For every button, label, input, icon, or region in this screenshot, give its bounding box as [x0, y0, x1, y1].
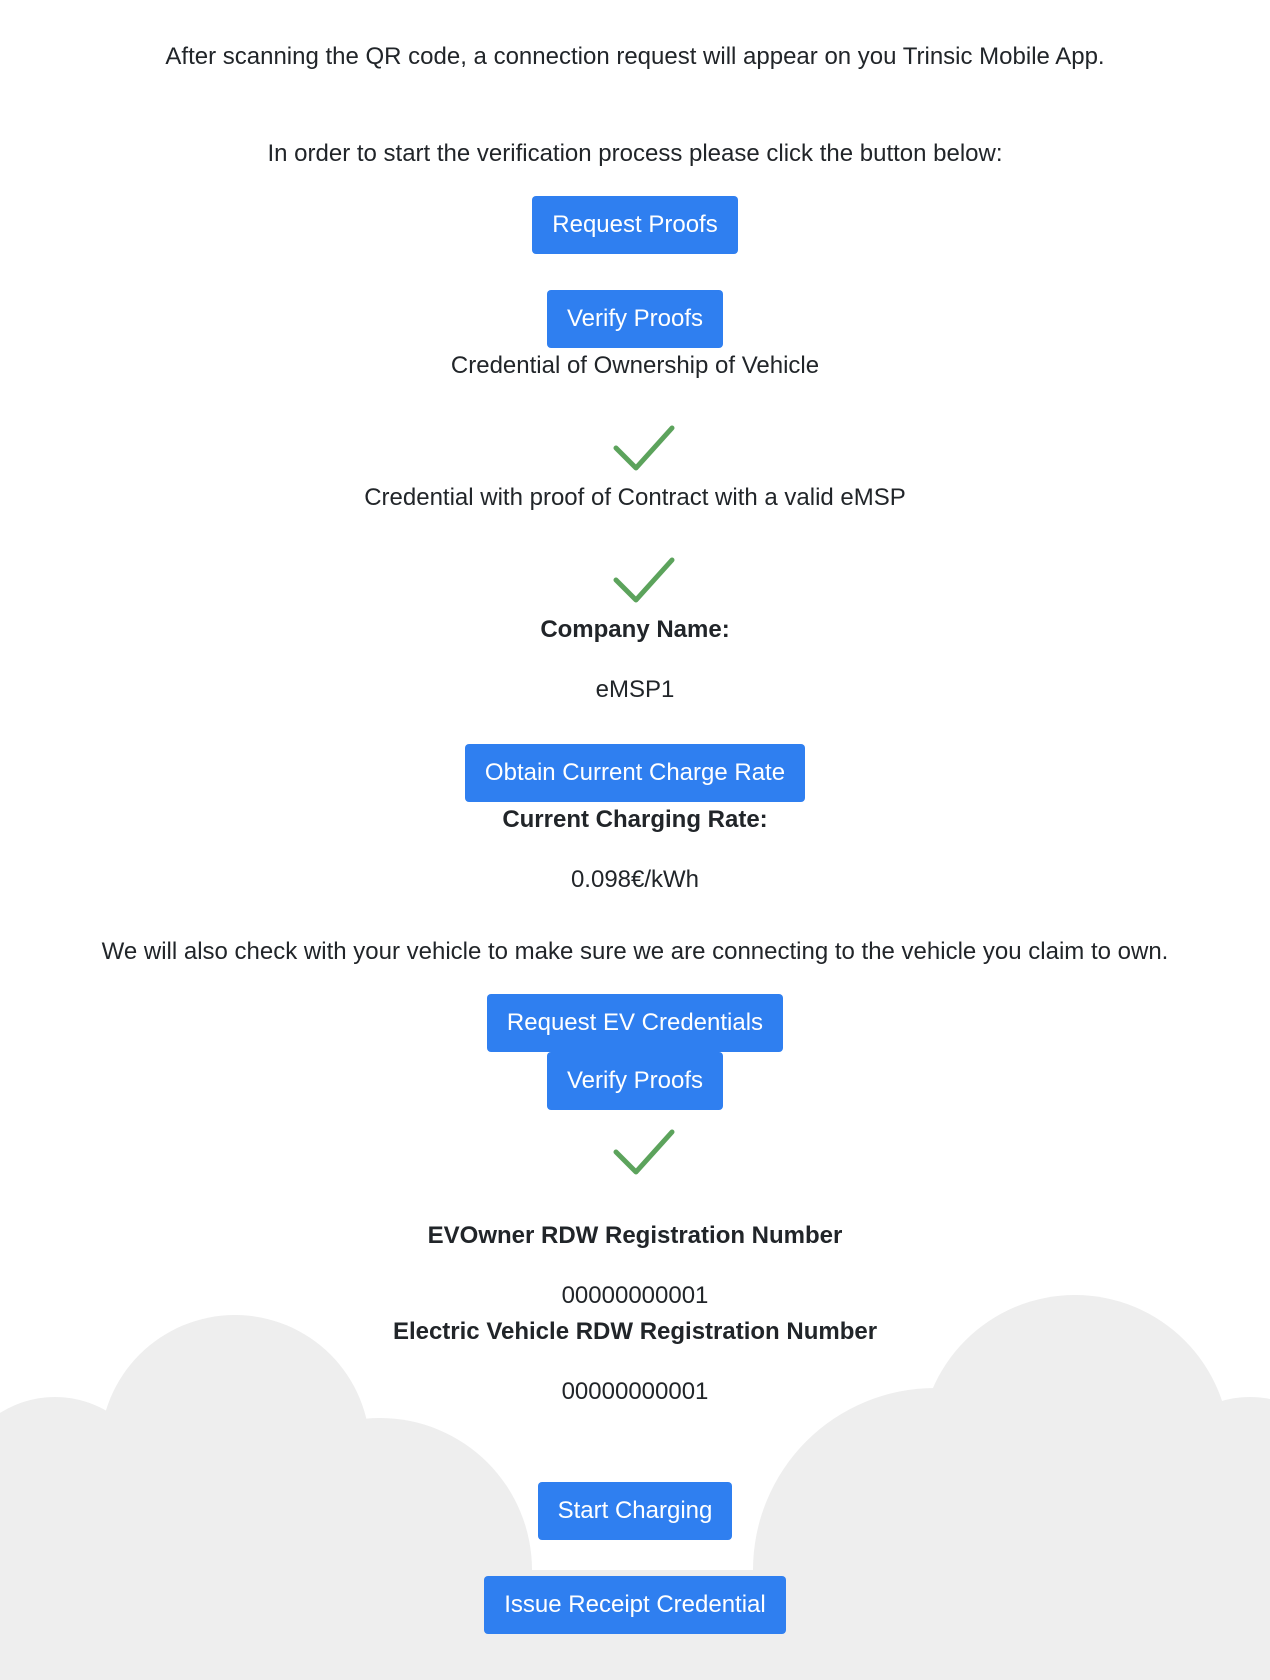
obtain-charge-rate-button[interactable]: Obtain Current Charge Rate: [464, 744, 806, 802]
ownership-credential-label: Credential of Ownership of Vehicle: [450, 352, 820, 379]
start-charging-button[interactable]: Start Charging: [537, 1482, 733, 1540]
request-proofs-button[interactable]: Request Proofs: [532, 196, 738, 254]
owner-registration-value: 00000000001: [561, 1282, 709, 1309]
issue-receipt-credential-button[interactable]: Issue Receipt Credential: [484, 1576, 786, 1634]
vehicle-check-text: We will also check with your vehicle to …: [101, 938, 1169, 965]
start-instruction-text: In order to start the verification proce…: [267, 140, 1003, 167]
request-ev-credentials-button[interactable]: Request EV Credentials: [486, 994, 784, 1052]
verify-proofs-ev-button[interactable]: Verify Proofs: [546, 1052, 724, 1110]
vehicle-registration-value: 00000000001: [561, 1378, 709, 1405]
contract-credential-label: Credential with proof of Contract with a…: [364, 484, 906, 511]
company-name-value: eMSP1: [595, 676, 675, 703]
charging-rate-value: 0.098€/kWh: [570, 866, 700, 893]
check-icon: [613, 425, 675, 471]
qr-instruction-text: After scanning the QR code, a connection…: [165, 43, 1105, 70]
owner-registration-label: EVOwner RDW Registration Number: [427, 1222, 843, 1249]
charging-rate-label: Current Charging Rate:: [502, 806, 768, 833]
verify-proofs-button[interactable]: Verify Proofs: [546, 290, 724, 348]
vehicle-registration-label: Electric Vehicle RDW Registration Number: [392, 1318, 878, 1345]
check-icon: [613, 1129, 675, 1175]
company-name-label: Company Name:: [540, 616, 730, 643]
check-icon: [613, 557, 675, 603]
